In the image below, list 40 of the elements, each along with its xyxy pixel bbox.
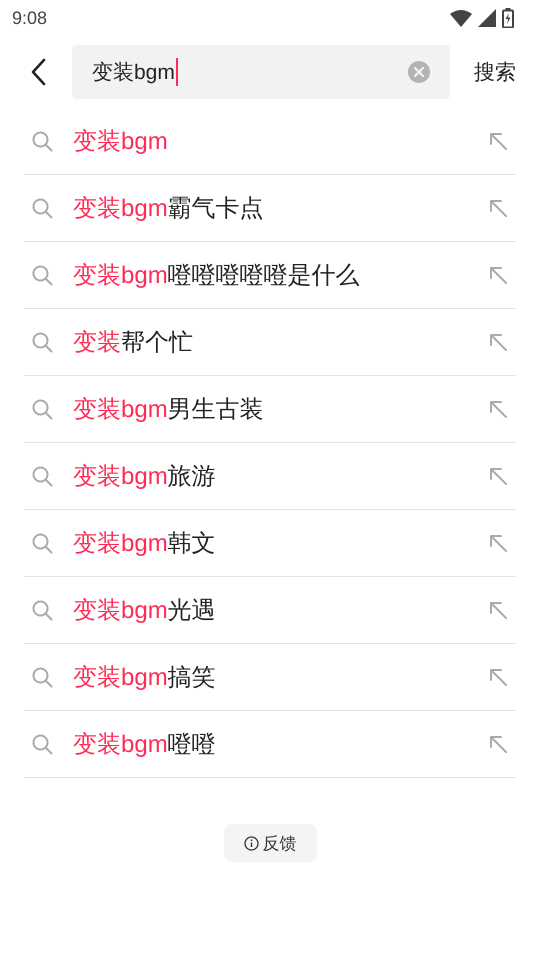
suggestion-item[interactable]: 变装bgm韩文 (73, 527, 488, 559)
suggestion-item[interactable]: 变装bgm噔噔 (73, 728, 488, 760)
arrow-up-left-icon[interactable] (488, 265, 508, 285)
signal-icon (478, 9, 496, 27)
search-icon (32, 130, 53, 152)
search-icon (32, 734, 53, 754)
suggestion-item[interactable]: 变装bgm光遇 (73, 594, 488, 626)
arrow-up-left-icon[interactable] (488, 399, 508, 419)
arrow-up-left-icon[interactable] (488, 533, 508, 553)
search-icon (32, 264, 53, 286)
battery-icon (502, 8, 514, 28)
search-icon (32, 332, 53, 352)
info-icon (244, 836, 258, 850)
arrow-up-left-icon[interactable] (488, 734, 508, 754)
arrow-up-left-icon[interactable] (488, 466, 508, 486)
suggestion-item[interactable]: 变装bgm霸气卡点 (73, 192, 488, 224)
suggestion-item[interactable]: 变装bgm男生古装 (73, 393, 488, 425)
arrow-up-left-icon[interactable] (488, 600, 508, 620)
arrow-up-left-icon[interactable] (488, 332, 508, 352)
suggestion-item[interactable]: 变装bgm (73, 125, 488, 157)
search-icon (32, 466, 53, 486)
search-icon (32, 398, 53, 420)
status-time: 9:08 (12, 8, 48, 28)
search-button[interactable]: 搜索 (474, 58, 516, 86)
wifi-icon (450, 10, 472, 26)
search-icon (32, 532, 53, 554)
arrow-up-left-icon[interactable] (488, 667, 508, 687)
search-icon (32, 666, 53, 688)
suggestion-item[interactable]: 变装bgm噔噔噔噔噔是什么 (73, 259, 488, 291)
search-field[interactable]: 变装bgm (72, 45, 450, 99)
arrow-up-left-icon[interactable] (488, 131, 508, 151)
suggestion-item[interactable]: 变装bgm旅游 (73, 460, 488, 492)
back-icon[interactable] (30, 58, 46, 86)
feedback-button[interactable]: 反馈 (224, 824, 316, 862)
suggestion-item[interactable]: 变装bgm搞笑 (73, 661, 488, 693)
arrow-up-left-icon[interactable] (488, 198, 508, 218)
clear-icon[interactable] (408, 61, 430, 83)
suggestion-item[interactable]: 变装帮个忙 (73, 326, 488, 358)
search-icon (32, 198, 53, 218)
search-icon (32, 600, 53, 620)
